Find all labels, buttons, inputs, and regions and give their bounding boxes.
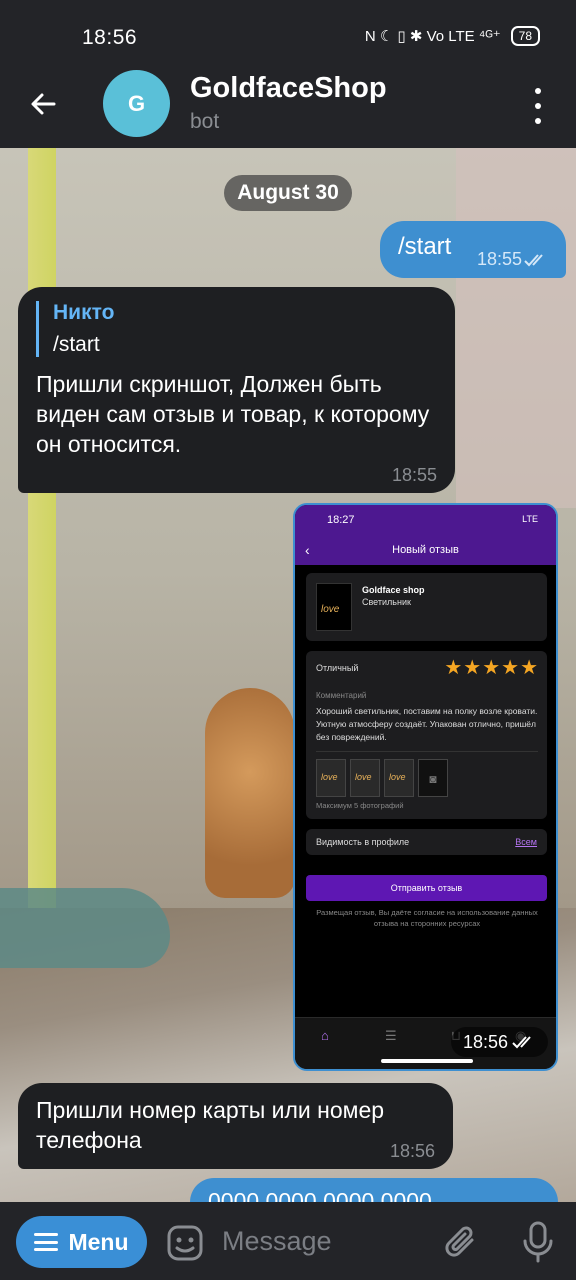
shot-comment-label: Комментарий (316, 691, 367, 700)
double-check-icon (512, 1036, 531, 1049)
shot-status-bar: 18:27 LTE (295, 505, 556, 535)
menu-label: Menu (68, 1228, 129, 1255)
shot-agreement: Размещая отзыв, Вы даёте согласие на исп… (316, 908, 538, 928)
battery-icon: 78 (510, 26, 540, 46)
chat-header: G GoldfaceShop bot (0, 60, 576, 148)
shot-rating-label: Отличный (316, 663, 359, 673)
shot-home-icon: ⌂ (321, 1028, 329, 1043)
message-time: 18:55 (476, 249, 522, 269)
chat-title[interactable]: GoldfaceShop (190, 72, 387, 105)
shot-review-card: Отличный ★★★★★ Комментарий Хороший свети… (306, 651, 547, 819)
status-time: 18:56 (82, 26, 138, 49)
chat-subtitle: bot (190, 110, 220, 133)
shot-submit-button: Отправить отзыв (306, 875, 547, 901)
message-time: 18:56 (389, 1141, 435, 1161)
shot-back-icon: ‹ (305, 542, 310, 558)
shot-title: Новый отзыв (392, 544, 459, 556)
image-time-stamp: 18:56 (450, 1027, 548, 1057)
product-thumbnail: love (316, 583, 352, 631)
shot-shop-name: Goldface shop (362, 585, 425, 595)
shot-visibility-value: Всем (515, 837, 537, 847)
sticker-emoji-icon[interactable] (166, 1224, 204, 1262)
back-arrow-icon[interactable] (28, 88, 60, 120)
double-check-icon (524, 254, 543, 267)
shot-search-icon: ☰ (385, 1028, 397, 1043)
attach-paperclip-icon[interactable] (442, 1222, 480, 1264)
image-message[interactable]: 18:27 LTE ‹ Новый отзыв love Goldface sh… (293, 503, 558, 1071)
message-input-bar: Menu Message (0, 1202, 576, 1280)
message-text: /start (398, 233, 452, 260)
incoming-message[interactable]: Никто /start Пришли скриншот, Должен быт… (18, 287, 455, 493)
incoming-message[interactable]: Пришли номер карты или номер телефона 18… (18, 1083, 453, 1169)
message-text: Пришли номер карты или номер телефона (36, 1097, 385, 1153)
status-icons-text: N ☾ ▯ ✱ Vo LTE ⁴ᴳ⁺ (364, 28, 501, 45)
status-icons: N ☾ ▯ ✱ Vo LTE ⁴ᴳ⁺ 78 (365, 26, 540, 46)
shot-visibility-row: Видимость в профиле Всем (306, 829, 547, 855)
avatar[interactable]: G (103, 70, 170, 137)
microphone-icon[interactable] (520, 1220, 556, 1264)
shot-photos: love love love ◙ (316, 759, 448, 797)
shot-stars: ★★★★★ (444, 657, 539, 679)
message-text: Пришли скриншот, Должен быть виден сам о… (36, 371, 430, 457)
reply-quote[interactable]: Никто /start (36, 301, 114, 357)
shot-product-name: Светильник (362, 597, 411, 607)
outgoing-message[interactable]: /start 18:55 (380, 221, 566, 278)
date-divider: August 30 (224, 175, 352, 211)
shot-status-right: LTE (522, 514, 538, 524)
bot-menu-button[interactable]: Menu (16, 1216, 147, 1268)
cat-photo-background (205, 688, 295, 898)
shot-visibility-label: Видимость в профиле (316, 837, 410, 847)
shot-product-card: love Goldface shop Светильник (306, 573, 547, 641)
more-options-icon[interactable] (526, 88, 550, 124)
shot-photos-note: Максимум 5 фотографий (316, 801, 404, 810)
reply-author: Никто (53, 301, 115, 324)
shot-header: ‹ Новый отзыв (295, 535, 556, 565)
reply-text: /start (53, 333, 100, 356)
shot-time: 18:27 (327, 514, 355, 526)
shot-comment: Хороший светильник, поставим на полку во… (316, 706, 538, 742)
camera-icon: ◙ (418, 759, 448, 797)
image-time: 18:56 (462, 1032, 508, 1052)
message-input[interactable]: Message (222, 1226, 332, 1257)
hamburger-icon (34, 1233, 59, 1251)
message-time: 18:55 (391, 465, 437, 485)
